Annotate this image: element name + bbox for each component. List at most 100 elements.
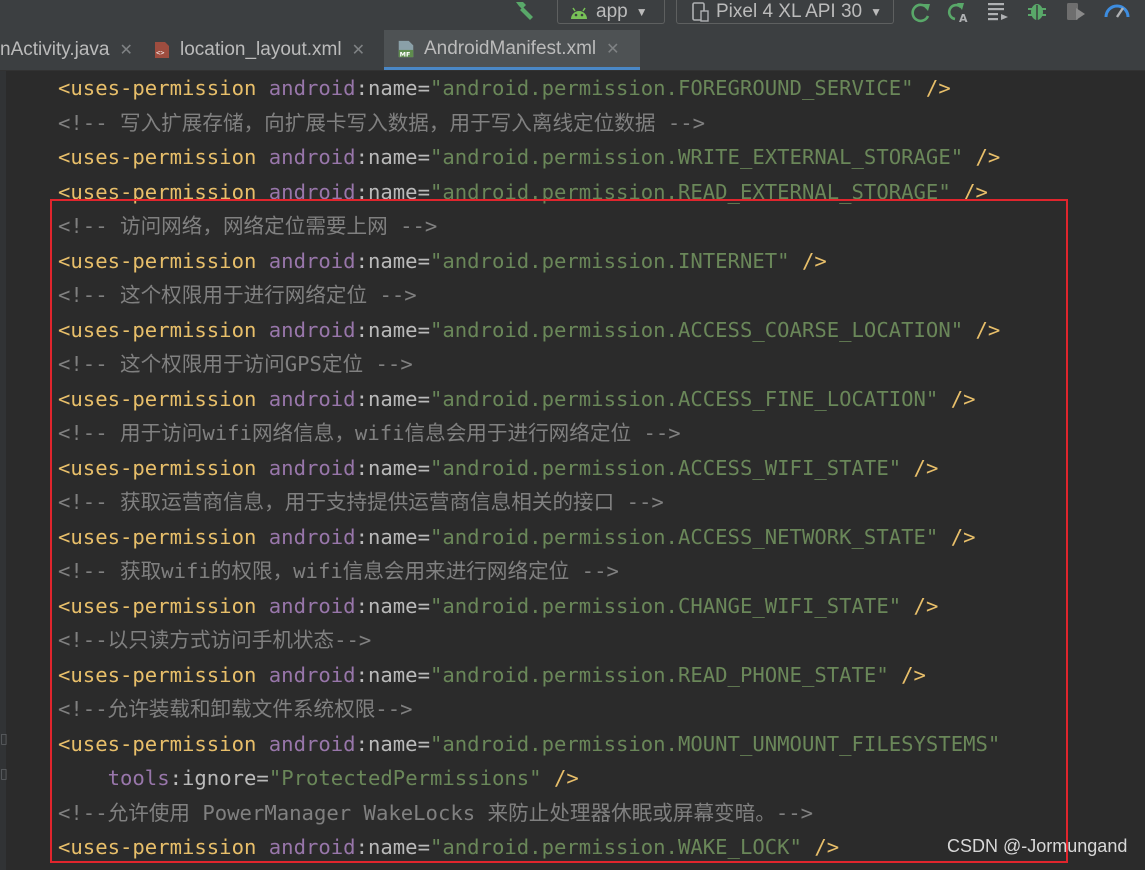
code-token-tag: <uses-permission	[58, 76, 269, 100]
code-token-str: "android.permission.READ_PHONE_STATE"	[429, 662, 889, 687]
code-token-cmt: <!--以只读方式访问手机状态-->	[58, 628, 372, 652]
fold-marker-icon[interactable]: ▯	[0, 766, 8, 782]
code-line[interactable]: <!-- 访问网络，网络定位需要上网 -->	[58, 209, 437, 243]
debug-icon[interactable]	[1025, 0, 1049, 24]
code-token-str: "android.permission.MOUNT_UNMOUNT_FILESY…	[429, 731, 1001, 756]
code-token-tag: <uses-permission	[58, 455, 269, 480]
code-line[interactable]: <uses-permission android:name="android.p…	[58, 830, 839, 864]
code-token-tag: />	[789, 248, 827, 273]
code-line[interactable]: <!-- 这个权限用于访问GPS定位 -->	[58, 347, 413, 381]
main-toolbar: app ▼ Pixel 4 XL API 30 ▼ A	[0, 0, 1145, 30]
code-token-ns: android	[268, 317, 356, 342]
code-token-attr: :name=	[355, 76, 430, 100]
code-token-tag: <uses-permission	[58, 179, 269, 204]
close-icon[interactable]: ✕	[606, 39, 619, 59]
attach-debugger-icon[interactable]	[1063, 0, 1089, 24]
xml-layout-file-icon: <>	[155, 42, 169, 58]
tab-android-manifest[interactable]: MF AndroidManifest.xml ✕	[384, 30, 640, 70]
code-line[interactable]: <uses-permission android:name="android.p…	[58, 71, 951, 105]
code-token-ns: android	[268, 386, 356, 411]
code-token-attr: :name=	[355, 731, 430, 756]
code-line[interactable]: <uses-permission android:name="android.p…	[58, 313, 1000, 347]
run-configuration-select[interactable]: app ▼	[557, 0, 665, 24]
fold-marker-icon[interactable]: ▯	[0, 731, 8, 747]
tab-main-activity[interactable]: nActivity.java ✕	[0, 30, 140, 70]
code-token-tag: />	[901, 593, 939, 618]
device-select[interactable]: Pixel 4 XL API 30 ▼	[676, 0, 894, 24]
code-line[interactable]: <!-- 用于访问wifi网络信息，wifi信息会用于进行网络定位 -->	[58, 416, 681, 450]
code-token-ns: android	[268, 662, 356, 687]
code-token-tag: />	[938, 524, 976, 549]
code-token-tag: />	[541, 766, 579, 790]
code-line[interactable]: <uses-permission android:name="android.p…	[58, 589, 938, 623]
code-token-ns: android	[268, 76, 356, 100]
code-token-str: "android.permission.ACCESS_NETWORK_STATE…	[429, 524, 939, 549]
code-line[interactable]: <!-- 获取运营商信息，用于支持提供运营商信息相关的接口 -->	[58, 485, 664, 519]
code-token-str: "android.permission.WAKE_LOCK"	[429, 835, 802, 859]
code-token-ns: tools	[107, 766, 170, 790]
code-line[interactable]: <uses-permission android:name="android.p…	[58, 140, 1000, 174]
code-token-ns: android	[268, 455, 356, 480]
device-label: Pixel 4 XL API 30	[716, 0, 863, 22]
code-token-tag: <uses-permission	[58, 145, 269, 169]
close-icon[interactable]: ✕	[119, 40, 132, 60]
code-token-attr: :name=	[355, 317, 430, 342]
code-line[interactable]: <uses-permission android:name="android.p…	[58, 175, 988, 209]
tab-location-layout[interactable]: <> location_layout.xml ✕	[152, 30, 382, 70]
code-token-ns: android	[268, 179, 356, 204]
code-line[interactable]: <!--以只读方式访问手机状态-->	[58, 623, 371, 657]
editor-gutter	[0, 71, 6, 870]
code-line[interactable]: tools:ignore="ProtectedPermissions" />	[58, 761, 579, 795]
code-token-tag: />	[901, 455, 939, 480]
code-token-cmt: <!--允许使用 PowerManager WakeLocks 来防止处理器休眠…	[58, 800, 814, 825]
editor-tab-bar: nActivity.java ✕ <> location_layout.xml …	[0, 30, 1145, 71]
code-line[interactable]: <uses-permission android:name="android.p…	[58, 244, 827, 278]
code-line[interactable]: <!-- 获取wifi的权限，wifi信息会用来进行网络定位 -->	[58, 554, 619, 588]
code-token-attr: :name=	[355, 145, 430, 169]
code-token-tag: />	[963, 317, 1001, 342]
tab-label: location_layout.xml	[180, 39, 342, 60]
code-token-attr: :name=	[355, 386, 430, 411]
code-token-tag: />	[950, 179, 988, 204]
code-token-ns: android	[268, 731, 356, 756]
svg-text:MF: MF	[400, 51, 411, 58]
code-line[interactable]: <uses-permission android:name="android.p…	[58, 727, 1000, 761]
code-token-cmt: <!-- 写入扩展存储，向扩展卡写入数据，用于写入离线定位数据 -->	[58, 110, 706, 135]
code-token-attr: :name=	[355, 662, 430, 687]
code-token-cmt: <!-- 访问网络，网络定位需要上网 -->	[58, 214, 438, 238]
code-token-attr: :name=	[355, 835, 430, 859]
code-token-tag: <uses-permission	[58, 835, 269, 859]
code-line[interactable]: <uses-permission android:name="android.p…	[58, 520, 976, 554]
code-token-str: "android.permission.INTERNET"	[429, 248, 790, 273]
code-line[interactable]: <uses-permission android:name="android.p…	[58, 451, 938, 485]
close-icon[interactable]: ✕	[352, 40, 365, 60]
tab-label: nActivity.java	[0, 39, 110, 60]
android-icon	[571, 7, 587, 19]
code-token-str: "android.permission.CHANGE_WIFI_STATE"	[429, 593, 902, 618]
svg-text:<>: <>	[156, 49, 164, 57]
code-line[interactable]: <uses-permission android:name="android.p…	[58, 658, 926, 692]
apply-code-changes-icon[interactable]: A	[944, 0, 972, 24]
profiler-icon[interactable]	[1103, 0, 1131, 22]
code-token-tag: <uses-permission	[58, 593, 269, 618]
logcat-icon[interactable]	[986, 0, 1010, 22]
code-token-tag: />	[938, 386, 976, 411]
code-line[interactable]: <!-- 写入扩展存储，向扩展卡写入数据，用于写入离线定位数据 -->	[58, 106, 705, 140]
code-line[interactable]: <uses-permission android:name="android.p…	[58, 382, 976, 416]
code-token-ns: android	[268, 145, 356, 169]
code-token-str: "android.permission.ACCESS_FINE_LOCATION…	[429, 386, 939, 411]
code-token-str: "android.permission.READ_EXTERNAL_STORAG…	[429, 179, 951, 204]
code-line[interactable]: <!--允许使用 PowerManager WakeLocks 来防止处理器休眠…	[58, 796, 813, 830]
code-token-tag: />	[801, 835, 840, 859]
code-token-str: "android.permission.ACCESS_WIFI_STATE"	[429, 455, 902, 480]
code-token-tag: />	[963, 145, 1001, 169]
hammer-icon[interactable]	[513, 0, 539, 22]
code-token-tag: <uses-permission	[58, 386, 269, 411]
code-line[interactable]: <!--允许装载和卸载文件系统权限-->	[58, 692, 413, 726]
code-line[interactable]: <!-- 这个权限用于进行网络定位 -->	[58, 278, 417, 312]
code-editor[interactable]: ▯ ▯ <uses-permission android:name="andro…	[0, 71, 1145, 870]
code-token-cmt: <!-- 获取运营商信息，用于支持提供运营商信息相关的接口 -->	[58, 490, 664, 514]
apply-changes-icon[interactable]	[908, 0, 934, 24]
chevron-down-icon: ▼	[635, 4, 648, 19]
tab-label: AndroidManifest.xml	[424, 37, 597, 59]
